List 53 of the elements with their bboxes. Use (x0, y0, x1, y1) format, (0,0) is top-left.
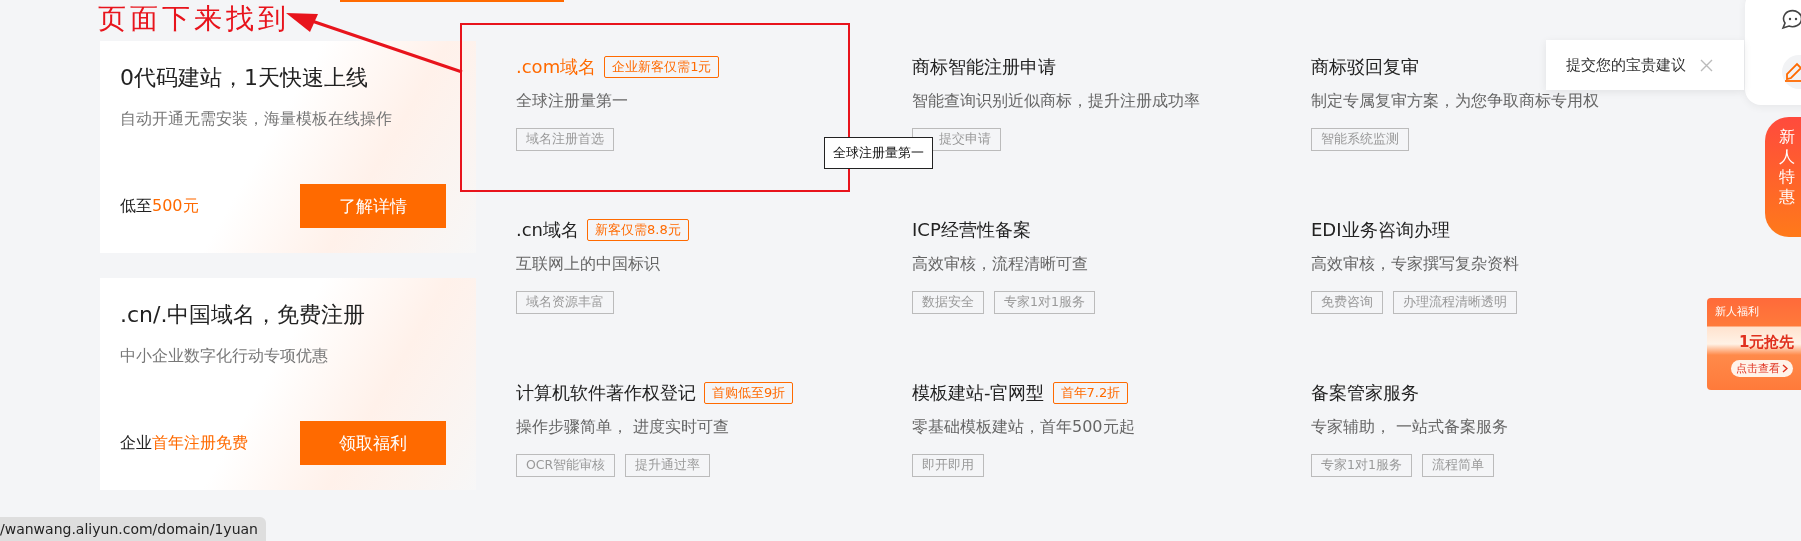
feature-tag: 办理流程清晰透明 (1393, 291, 1517, 314)
status-url: /wanwang.aliyun.com/domain/1yuan (0, 517, 266, 541)
product-description: 全球注册量第一 (516, 91, 628, 112)
chat-icon[interactable] (1782, 9, 1801, 29)
product-name[interactable]: 模板建站-官网型 (912, 381, 1045, 405)
product-description: 互联网上的中国标识 (516, 254, 660, 275)
product-name[interactable]: 计算机软件著作权登记 (516, 381, 696, 405)
product-description: 操作步骤简单， 进度实时可查 (516, 417, 730, 438)
edit-icon[interactable] (1782, 55, 1801, 89)
promo-badge: 企业新客仅需1元 (604, 56, 720, 78)
product-description: 智能查询识别近似商标，提升注册成功率 (912, 91, 1200, 112)
card-title: 0代码建站，1天快速上线 (120, 64, 369, 92)
tooltip: 全球注册量第一 (824, 137, 933, 169)
widget-title: 新人福利 (1715, 304, 1760, 319)
widget-action[interactable]: 点击查看 (1731, 360, 1793, 377)
feature-tag: OCR智能审核 (516, 454, 616, 477)
promo-badge: 首年7.2折 (1052, 382, 1129, 404)
price-highlight: 首年注册免费 (152, 432, 248, 454)
product-description: 专家辅助， 一站式备案服务 (1311, 417, 1509, 438)
product-name[interactable]: .cn域名 (516, 218, 580, 242)
annotation-text: 页面下来找到 (98, 1, 290, 37)
price-highlight: 500元 (152, 195, 199, 217)
product-description: 制定专属复审方案，为您争取商标专用权 (1311, 91, 1599, 112)
product-description: 高效审核，流程清晰可查 (912, 254, 1088, 275)
feature-tag: 专家1对1服务 (1311, 454, 1412, 477)
promo-badge: 新客仅需8.8元 (587, 219, 689, 241)
product-name[interactable]: 商标智能注册申请 (912, 55, 1056, 79)
product-name[interactable]: 商标驳回复审 (1311, 55, 1419, 79)
product-name[interactable]: ICP经营性备案 (912, 218, 1031, 242)
feature-tag: 智能系统监测 (1311, 128, 1409, 151)
feature-tag: 域名资源丰富 (516, 291, 614, 314)
feature-tag: 即开即用 (912, 454, 984, 477)
popover-text: 提交您的宝贵建议 (1566, 55, 1686, 75)
feature-tag: 域名注册首选 (516, 128, 614, 151)
promo-widget[interactable]: 新人福利 1元抢先 点击查看 (1707, 298, 1801, 390)
feature-tag: 数据安全 (912, 291, 984, 314)
close-icon[interactable] (1700, 58, 1713, 72)
price-label: 企业 (120, 432, 152, 454)
feature-tag: 提升通过率 (625, 454, 711, 477)
product-name[interactable]: EDI业务咨询办理 (1311, 218, 1450, 242)
chevron-icon (1782, 364, 1788, 373)
price-label: 低至 (120, 195, 152, 217)
product-description: 零基础模板建站，首年500元起 (912, 417, 1135, 438)
feature-tag: 流程简单 (1421, 454, 1494, 477)
feature-tag: 免费咨询 (1311, 291, 1383, 314)
card-title: .cn/.中国域名，免费注册 (120, 301, 367, 329)
feature-tag: 专家1对1服务 (994, 291, 1095, 314)
product-name[interactable]: 备案管家服务 (1311, 381, 1419, 405)
card-subtitle: 自动开通无需安装，海量模板在线操作 (120, 109, 393, 130)
card-subtitle: 中小企业数字化行动专项优惠 (120, 346, 329, 367)
product-description: 高效审核，专家撰写复杂资料 (1311, 254, 1519, 275)
promo-badge: 首购低至9折 (704, 382, 794, 404)
widget-headline: 1元抢先 (1739, 333, 1796, 352)
